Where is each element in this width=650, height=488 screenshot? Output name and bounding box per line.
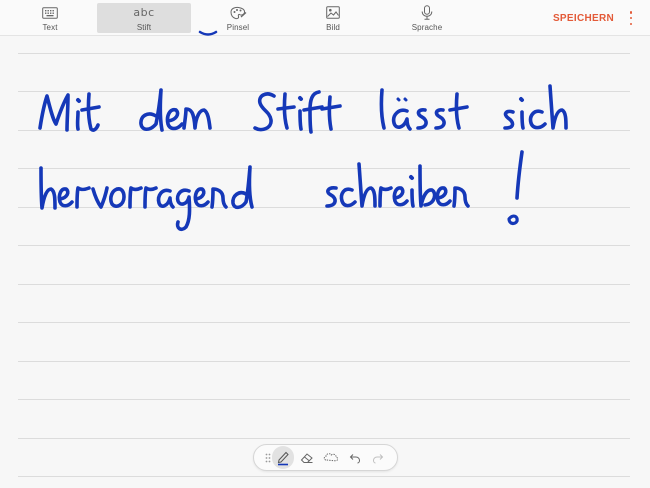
redo-icon[interactable] [367,446,389,469]
ruled-line [18,399,630,400]
undo-icon[interactable] [344,446,366,469]
microphone-icon [421,4,433,21]
eraser-icon[interactable] [296,446,318,469]
tab-sprache[interactable]: Sprache [380,3,474,33]
tab-stift[interactable]: abc Stift [97,3,191,33]
keyboard-icon [42,4,58,21]
more-vertical-icon[interactable] [626,11,636,25]
ruled-line [18,245,630,246]
top-toolbar: Text abc Stift Pinsel Bild Sprache SPEIC… [0,0,650,36]
tab-sprache-label: Sprache [411,23,443,32]
ruled-line [18,53,630,54]
pen-icon[interactable] [272,446,294,469]
abc-handwriting-icon: abc [133,6,155,19]
tab-text[interactable]: Text [3,3,97,33]
ruled-line [18,91,630,92]
tab-pinsel[interactable]: Pinsel [191,3,285,33]
ruled-line [18,361,630,362]
tab-bild[interactable]: Bild [286,3,380,33]
tab-pinsel-label: Pinsel [226,23,250,32]
lasso-select-icon[interactable] [320,446,342,469]
brush-icon [229,4,247,21]
tab-bild-label: Bild [326,23,340,32]
ruled-line [18,322,630,323]
image-icon [326,4,340,21]
ruled-line [18,207,630,208]
ruled-line [18,130,630,131]
ruled-line [18,438,630,439]
ruled-line [18,168,630,169]
ruled-line [18,284,630,285]
tab-stift-label: Stift [136,23,152,32]
pen-toolbar [253,444,398,471]
save-button[interactable]: SPEICHERN [553,13,614,24]
ruled-line [18,476,630,477]
tab-text-label: Text [42,23,58,32]
note-canvas[interactable] [0,36,650,488]
